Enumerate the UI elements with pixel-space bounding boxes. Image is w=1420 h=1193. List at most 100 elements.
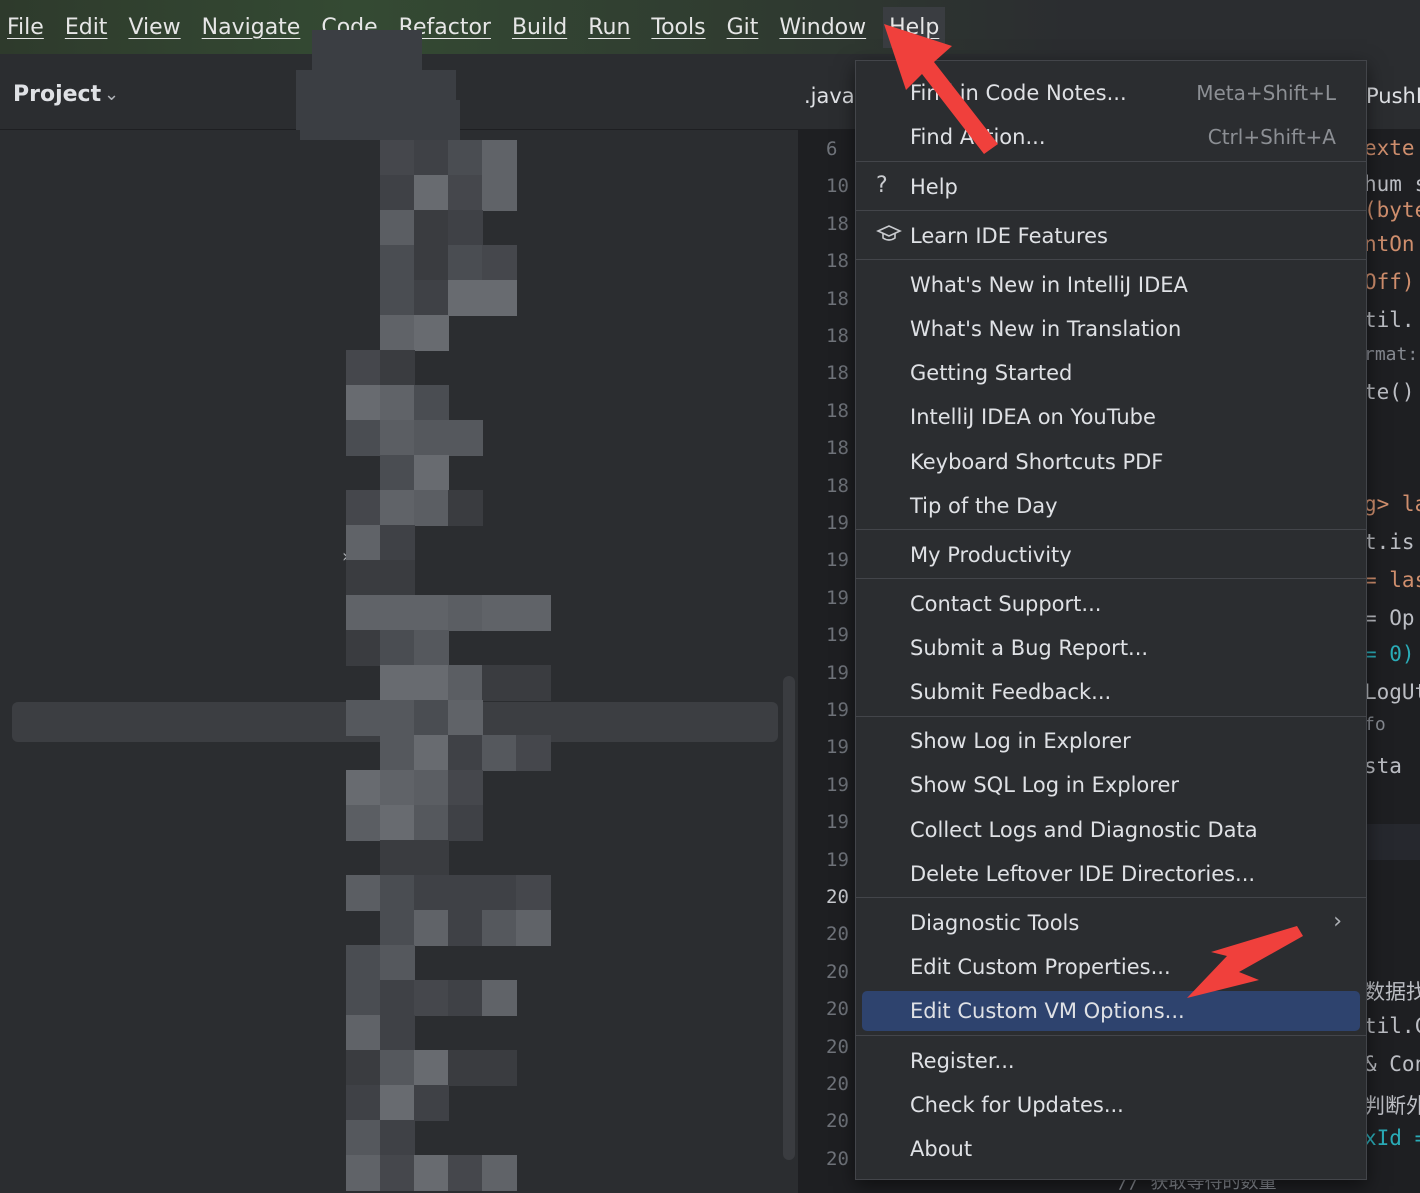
code-fragment: (byte bbox=[1364, 198, 1420, 222]
code-fragment: hum s bbox=[1364, 172, 1420, 196]
line-number-gutter: 6 10 18 18 18 18 18 18 18 18 19 19 19 19 19 19 19 19 19 19 2… bbox=[798, 130, 856, 1193]
code-fragment: xId = bbox=[1364, 1126, 1420, 1150]
line-number: 19 bbox=[826, 586, 849, 609]
menu-item-register[interactable]: Register... bbox=[862, 1041, 1360, 1081]
code-fragment: sta bbox=[1364, 754, 1402, 778]
menu-view[interactable]: View bbox=[128, 15, 180, 40]
menu-item-label: Submit Feedback... bbox=[910, 680, 1112, 704]
menu-tools[interactable]: Tools bbox=[651, 15, 705, 40]
menu-navigate[interactable]: Navigate bbox=[202, 15, 301, 40]
menu-item-label: Delete Leftover IDE Directories... bbox=[910, 862, 1256, 886]
line-number: 18 bbox=[826, 212, 849, 235]
line-number: 18 bbox=[826, 474, 849, 497]
menu-item-label: Edit Custom Properties... bbox=[910, 955, 1171, 979]
graduation-cap-icon bbox=[876, 222, 902, 252]
menu-separator bbox=[856, 161, 1366, 162]
menu-item-whats-new-translation[interactable]: What's New in Translation bbox=[862, 309, 1360, 349]
menu-item-label: Keyboard Shortcuts PDF bbox=[910, 450, 1164, 474]
menu-item-submit-bug-report[interactable]: Submit a Bug Report... bbox=[862, 628, 1360, 668]
code-fragment: & Con bbox=[1364, 1052, 1420, 1076]
menu-item-keyboard-shortcuts-pdf[interactable]: Keyboard Shortcuts PDF bbox=[862, 442, 1360, 482]
menu-item-label: About bbox=[910, 1137, 973, 1161]
menu-edit[interactable]: Edit bbox=[65, 15, 108, 40]
code-fragment: te() bbox=[1364, 380, 1415, 404]
menu-separator bbox=[856, 897, 1366, 898]
line-number: 19 bbox=[826, 773, 849, 796]
line-number: 19 bbox=[826, 736, 849, 759]
line-number: 19 bbox=[826, 624, 849, 647]
menu-item-label: Show SQL Log in Explorer bbox=[910, 773, 1180, 797]
menu-window[interactable]: Window bbox=[779, 15, 866, 40]
menu-item-delete-leftover-dirs[interactable]: Delete Leftover IDE Directories... bbox=[862, 854, 1360, 894]
tab-java-file[interactable]: .java bbox=[804, 84, 855, 108]
code-fragment: = 0) bbox=[1364, 642, 1415, 666]
menu-item-label: Contact Support... bbox=[910, 592, 1102, 616]
menu-item-collect-logs[interactable]: Collect Logs and Diagnostic Data bbox=[862, 810, 1360, 850]
menu-item-shortcut: Ctrl+Shift+A bbox=[1207, 125, 1336, 149]
annotation-arrow-help bbox=[884, 24, 998, 154]
menu-run[interactable]: Run bbox=[588, 15, 630, 40]
menu-item-label: Edit Custom VM Options... bbox=[910, 999, 1185, 1023]
line-number: 20 bbox=[826, 1147, 849, 1170]
menu-item-getting-started[interactable]: Getting Started bbox=[862, 353, 1360, 393]
line-number: 18 bbox=[826, 325, 849, 347]
vertical-scrollbar[interactable] bbox=[783, 676, 795, 1160]
code-fragment: LogUt bbox=[1364, 680, 1420, 704]
menu-item-label: Collect Logs and Diagnostic Data bbox=[910, 818, 1258, 842]
line-number: 20 bbox=[826, 960, 849, 983]
line-number: 20 bbox=[826, 923, 849, 946]
menu-item-show-sql-log[interactable]: Show SQL Log in Explorer bbox=[862, 765, 1360, 805]
menu-separator bbox=[856, 578, 1366, 579]
chevron-right-icon: › bbox=[1333, 909, 1342, 934]
line-number: 20 bbox=[826, 1035, 849, 1058]
menu-item-label: Getting Started bbox=[910, 361, 1073, 385]
line-number: 20 bbox=[826, 1110, 849, 1133]
line-number: 19 bbox=[826, 661, 849, 684]
menu-item-submit-feedback[interactable]: Submit Feedback... bbox=[862, 672, 1360, 712]
menu-item-show-log[interactable]: Show Log in Explorer bbox=[862, 721, 1360, 761]
menu-item-label: My Productivity bbox=[910, 543, 1072, 567]
menu-git[interactable]: Git bbox=[727, 15, 759, 40]
menu-build[interactable]: Build bbox=[512, 15, 567, 40]
menu-file[interactable]: File bbox=[7, 15, 44, 40]
tab-push-file[interactable]: PushI bbox=[1366, 84, 1420, 108]
code-fragment: til.C bbox=[1364, 1014, 1420, 1038]
menu-item-about[interactable]: About bbox=[862, 1129, 1360, 1169]
menu-item-check-for-updates[interactable]: Check for Updates... bbox=[862, 1085, 1360, 1125]
help-menu-dropdown: Find in Code Notes... Meta+Shift+L Find … bbox=[855, 60, 1367, 1180]
menu-item-label: What's New in IntelliJ IDEA bbox=[910, 273, 1188, 297]
menu-separator bbox=[856, 1035, 1366, 1036]
menu-item-label: Submit a Bug Report... bbox=[910, 636, 1149, 660]
line-number: 18 bbox=[826, 437, 849, 460]
menu-item-label: Help bbox=[910, 175, 958, 199]
line-number: 20 bbox=[826, 998, 849, 1021]
line-number: 19 bbox=[826, 848, 849, 871]
code-fragment: fo bbox=[1364, 714, 1386, 735]
line-number: 19 bbox=[826, 811, 849, 834]
menu-item-youtube[interactable]: IntelliJ IDEA on YouTube bbox=[862, 397, 1360, 437]
line-number: 18 bbox=[826, 250, 849, 273]
menu-separator bbox=[856, 210, 1366, 211]
line-number: 19 bbox=[826, 512, 849, 534]
menu-item-my-productivity[interactable]: My Productivity bbox=[862, 535, 1360, 575]
code-fragment: ntOn bbox=[1364, 232, 1415, 256]
menu-item-label: Tip of the Day bbox=[910, 494, 1058, 518]
menu-item-label: Register... bbox=[910, 1049, 1015, 1073]
menu-item-tip-of-the-day[interactable]: Tip of the Day bbox=[862, 486, 1360, 526]
menu-item-label: Diagnostic Tools bbox=[910, 911, 1080, 935]
menu-item-whats-new-idea[interactable]: What's New in IntelliJ IDEA bbox=[862, 265, 1360, 305]
menu-separator bbox=[856, 259, 1366, 260]
menu-item-shortcut: Meta+Shift+L bbox=[1196, 81, 1336, 105]
line-number: 19 bbox=[826, 699, 849, 721]
code-fragment: t.is bbox=[1364, 530, 1415, 554]
chevron-down-icon[interactable]: ⌄ bbox=[104, 84, 119, 105]
main-menubar: File Edit View Navigate Code Refactor Bu… bbox=[0, 0, 1420, 54]
menu-item-learn-ide-features[interactable]: Learn IDE Features bbox=[862, 216, 1360, 256]
code-fragment: rmat: bbox=[1364, 344, 1419, 365]
code-fragment: til. bbox=[1364, 308, 1415, 332]
menu-separator bbox=[856, 716, 1366, 717]
menu-item-help[interactable]: ? Help bbox=[862, 167, 1360, 207]
project-title[interactable]: Project bbox=[13, 82, 101, 107]
code-fragment: = las bbox=[1364, 568, 1420, 592]
menu-item-contact-support[interactable]: Contact Support... bbox=[862, 584, 1360, 624]
